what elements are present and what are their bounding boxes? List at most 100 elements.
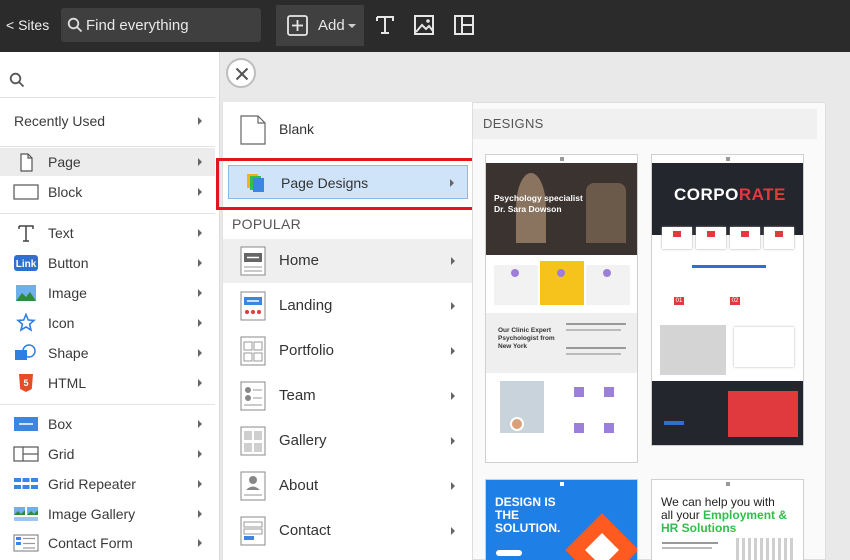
html5-badge-text: 5	[23, 378, 28, 388]
design-thumbnail-hr-solutions[interactable]: We can help you with all your Employment…	[651, 479, 804, 560]
chevron-right-icon	[451, 437, 455, 445]
portfolio-template-icon	[240, 336, 266, 366]
hero-line-2: all your Employment &	[661, 508, 788, 522]
drag-handle	[725, 482, 730, 486]
sidebar-item-image-gallery[interactable]: Image Gallery	[0, 500, 215, 528]
sidebar-item-box[interactable]: Box	[0, 410, 215, 438]
divider	[0, 213, 215, 214]
sidebar-item-recently-used[interactable]: Recently Used	[0, 107, 215, 135]
sidebar-item-shape[interactable]: Shape	[0, 339, 215, 367]
text-icon	[18, 225, 34, 242]
sidebar-item-html[interactable]: 5 HTML	[0, 369, 215, 397]
menu-item-label: Team	[279, 387, 316, 404]
step-number: 02	[730, 297, 740, 305]
close-panel-button[interactable]	[226, 58, 256, 88]
sidebar-search[interactable]	[0, 62, 215, 98]
add-button[interactable]: Add	[276, 5, 364, 46]
designs-panel: DESIGNS Psychology specialist Dr. Sara D…	[472, 102, 826, 560]
grid-repeater-icon	[14, 478, 38, 489]
menu-item-portfolio[interactable]: Portfolio	[223, 329, 473, 373]
menu-item-label: Blank	[279, 121, 315, 137]
box-icon	[14, 417, 38, 431]
find-everything-search[interactable]: Find everything	[61, 8, 261, 42]
menu-item-label: Gallery	[279, 432, 327, 449]
sidebar-item-label: HTML	[48, 375, 87, 391]
chevron-right-icon	[451, 482, 455, 490]
menu-item-blank[interactable]: Blank	[223, 108, 473, 152]
sidebar-item-text[interactable]: Text	[0, 219, 215, 247]
sidebar-item-image[interactable]: Image	[0, 279, 215, 307]
sidebar-item-label: Page	[48, 154, 81, 170]
html5-icon: 5	[19, 374, 33, 392]
sidebar-item-page[interactable]: Page	[0, 148, 215, 176]
image-tool-icon[interactable]	[413, 14, 435, 36]
corporate-headline: CORPORATE	[674, 185, 786, 204]
sidebar-item-button[interactable]: Link Button	[0, 249, 215, 277]
drag-handle	[559, 157, 564, 161]
drag-handle	[559, 482, 564, 486]
sidebar-item-label: Button	[48, 255, 89, 271]
add-plus-icon	[287, 15, 308, 36]
chevron-right-icon	[198, 319, 202, 327]
about-template-icon	[240, 471, 266, 501]
sidebar-item-label: Box	[48, 416, 73, 432]
section-headline: Our Clinic Expert Psychologist from New …	[498, 327, 555, 350]
designs-header: DESIGNS	[473, 109, 817, 139]
text-tool-icon[interactable]	[374, 14, 396, 36]
divider	[0, 146, 215, 147]
hero-line-2: THE	[495, 508, 519, 522]
chevron-right-icon	[451, 527, 455, 535]
sidebar-item-block[interactable]: Block	[0, 178, 215, 206]
team-template-icon	[240, 381, 266, 411]
layout-tool-icon[interactable]	[453, 14, 475, 36]
chevron-right-icon	[451, 392, 455, 400]
section-heading-popular: POPULAR	[232, 216, 302, 232]
menu-item-landing[interactable]: Landing	[223, 284, 473, 328]
hero-headline: Psychology specialist	[494, 193, 583, 203]
menu-item-label: About	[279, 477, 319, 494]
designs-header-label: DESIGNS	[483, 116, 544, 131]
back-to-sites-link[interactable]: < Sites	[6, 17, 49, 33]
sidebar-item-contact-form[interactable]: Contact Form	[0, 529, 215, 557]
sidebar-item-grid[interactable]: Grid	[0, 440, 215, 468]
sidebar-item-grid-repeater[interactable]: Grid Repeater	[0, 470, 215, 498]
star-icon	[16, 313, 36, 332]
chevron-right-icon	[198, 510, 202, 518]
drag-handle	[725, 157, 730, 161]
chevron-right-icon	[451, 257, 455, 265]
sidebar-item-label: Shape	[48, 345, 89, 361]
sidebar-item-icon[interactable]: Icon	[0, 309, 215, 337]
link-icon: Link	[14, 255, 38, 271]
sidebar-item-label: Contact Form	[48, 535, 133, 551]
chevron-right-icon	[198, 188, 202, 196]
chevron-right-icon	[198, 259, 202, 267]
chevron-right-icon	[198, 229, 202, 237]
menu-item-label: Contact	[279, 522, 331, 539]
menu-item-about[interactable]: About	[223, 464, 473, 508]
add-button-label: Add	[318, 17, 345, 34]
chevron-right-icon	[451, 347, 455, 355]
design-thumbnail-corporate[interactable]: CORPORATE 01 02	[651, 154, 804, 446]
design-thumbnail-psychology[interactable]: Psychology specialist Dr. Sara Dowson Ou…	[485, 154, 638, 463]
block-icon	[13, 184, 39, 200]
chevron-right-icon	[198, 480, 202, 488]
sidebar-item-label: Block	[48, 184, 83, 200]
menu-item-contact[interactable]: Contact	[223, 509, 473, 553]
design-thumbnail-design-solution[interactable]: DESIGN IS THE SOLUTION.	[485, 479, 638, 560]
blank-page-icon	[240, 115, 266, 145]
contact-template-icon	[240, 516, 266, 546]
search-icon	[67, 17, 83, 33]
close-icon	[235, 67, 249, 81]
menu-item-gallery[interactable]: Gallery	[223, 419, 473, 463]
menu-item-home[interactable]: Home	[223, 239, 473, 283]
highlight-annotation	[216, 158, 475, 210]
step-number: 01	[674, 297, 684, 305]
image-gallery-icon	[14, 507, 38, 521]
gallery-template-icon	[240, 426, 266, 456]
menu-item-team[interactable]: Team	[223, 374, 473, 418]
chevron-down-icon	[348, 24, 356, 28]
chevron-right-icon	[198, 420, 202, 428]
sidebar-item-label: Grid Repeater	[48, 476, 136, 492]
chevron-right-icon	[198, 117, 202, 125]
divider	[0, 404, 215, 405]
